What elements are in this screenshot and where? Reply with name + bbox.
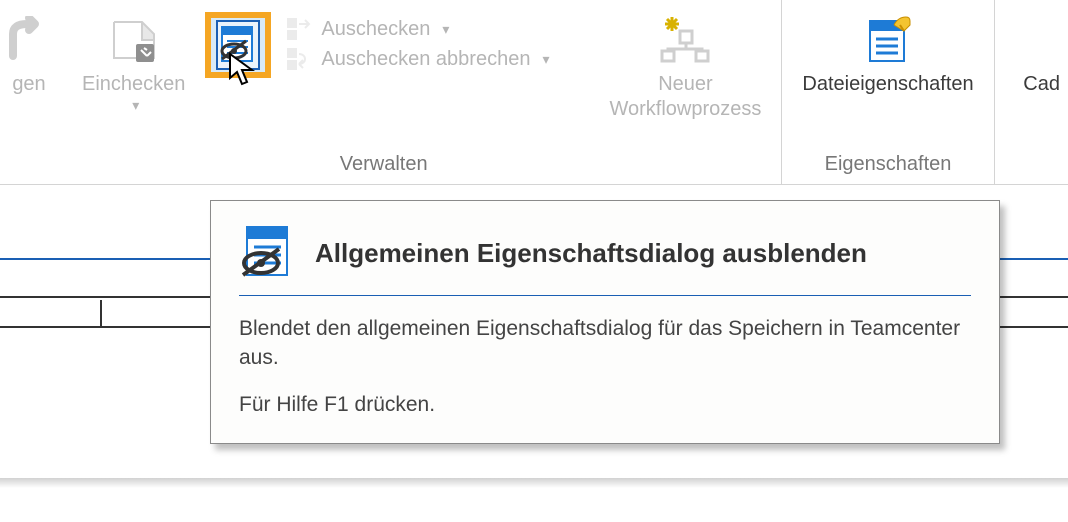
cancel-checkout-icon xyxy=(285,46,313,72)
tooltip-title: Allgemeinen Eigenschaftsdialog ausblende… xyxy=(315,238,867,269)
new-workflow-button[interactable]: Neuer Workflowprozess xyxy=(603,10,767,124)
group-manage-label: Verwalten xyxy=(0,147,767,184)
truncated-button-left-label: gen xyxy=(12,72,45,97)
truncated-group-right: Cad xyxy=(994,0,1068,184)
checkin-button-label: Einchecken xyxy=(82,72,185,97)
hide-properties-icon xyxy=(218,25,258,65)
hide-properties-large-icon xyxy=(239,225,295,281)
chevron-down-icon: ▾ xyxy=(132,97,139,114)
file-properties-button-label: Dateieigenschaften xyxy=(802,72,973,97)
checkin-icon xyxy=(108,14,160,64)
new-workflow-button-label: Neuer Workflowprozess xyxy=(609,72,761,122)
tooltip: Allgemeinen Eigenschaftsdialog ausblende… xyxy=(210,200,1000,444)
truncated-button-left[interactable]: gen xyxy=(0,10,62,99)
checkout-button[interactable]: Auschecken ▾ xyxy=(285,16,549,42)
workflow-icon xyxy=(658,13,712,65)
checkout-icon xyxy=(285,16,313,42)
tooltip-body: Blendet den allgemeinen Eigenschaftsdial… xyxy=(239,314,971,373)
tooltip-divider xyxy=(239,295,971,296)
file-properties-icon xyxy=(862,13,914,65)
tooltip-hint: Für Hilfe F1 drücken. xyxy=(239,393,971,417)
ribbon-group-manage: gen Einchecken ▾ xyxy=(0,0,781,184)
truncated-button-right-label: Cad xyxy=(1023,72,1060,97)
hide-properties-dialog-button[interactable] xyxy=(205,12,271,78)
cancel-checkout-button-label: Auschecken abbrechen xyxy=(321,48,530,71)
group-properties-label: Eigenschaften xyxy=(796,147,979,184)
chevron-down-icon: ▾ xyxy=(542,51,549,68)
file-properties-button[interactable]: Dateieigenschaften xyxy=(796,10,979,99)
checkout-stack: Auschecken ▾ Auschecken abbrechen ▾ xyxy=(285,10,549,72)
checkout-button-label: Auschecken xyxy=(321,18,430,41)
arrow-up-icon xyxy=(5,16,53,62)
cancel-checkout-button[interactable]: Auschecken abbrechen ▾ xyxy=(285,46,549,72)
ribbon: gen Einchecken ▾ xyxy=(0,0,1068,185)
chevron-down-icon: ▾ xyxy=(442,21,449,38)
ribbon-group-properties: Dateieigenschaften Eigenschaften xyxy=(781,0,993,184)
checkin-button[interactable]: Einchecken ▾ xyxy=(76,10,191,116)
truncated-button-right[interactable]: Cad xyxy=(1009,10,1068,99)
